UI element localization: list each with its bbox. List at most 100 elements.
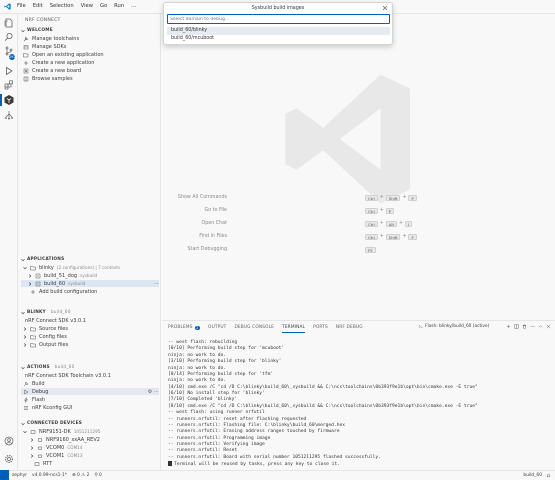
terminal-line: Terminal will be reused by tasks, press … [174,462,340,468]
device-child-rtt[interactable]: RTT [34,460,52,467]
terminal-icon [418,325,423,328]
terminal-output[interactable]: -- west flash: rebuilding [0/10] Perform… [168,340,548,469]
flash-icon [24,396,28,403]
quick-pick-option-blinky[interactable]: build_60/blinky [167,27,390,35]
terminal-selector[interactable]: Flash: blinky/build_60 (active) [418,324,489,329]
welcome-section-header[interactable]: WELCOME [21,28,53,33]
shortcut-keys: Ctrl + Shift + P [365,194,417,201]
account-icon[interactable] [4,436,14,446]
trash-icon[interactable] [522,324,527,329]
action-kconfig[interactable]: nRF Kconfig GUI [23,404,72,411]
actions-section-header[interactable]: ACTIONS build_60 [21,365,75,370]
close-icon[interactable] [382,5,388,11]
extensions-icon[interactable] [4,80,14,90]
menu-bar: File Edit Selection View Go Run … [17,3,136,9]
action-kconfig-label: nRF Kconfig GUI [32,404,73,411]
add-terminal-icon[interactable] [506,324,511,329]
source-files-item[interactable]: Source files [23,325,68,332]
debug-icon [24,389,29,394]
tab-terminal[interactable]: TERMINAL [282,325,306,333]
chevron-down-icon [21,366,25,369]
run-debug-icon[interactable] [4,66,14,76]
device-child-core[interactable]: NRF9160_xxAA_REV2 [30,436,100,443]
settings-gear-icon[interactable] [4,454,14,464]
status-build-config[interactable]: build_60 [523,473,542,478]
remote-indicator-icon[interactable] [0,470,9,480]
tab-output[interactable]: OUTPUT [208,325,226,330]
action-debug[interactable]: Debug ⚙ ⋯ [21,388,159,395]
sdk-version-item[interactable]: nRF Connect SDK v3.0.1 [25,317,86,324]
menu-go[interactable]: Go [100,3,107,9]
status-ports[interactable]: ⚲ 0 [94,473,101,478]
menu-run[interactable]: Run [114,3,124,9]
menu-file[interactable]: File [17,3,26,9]
build-config-name: build_51_dog [44,272,78,279]
output-files-item[interactable]: Output files [23,341,68,348]
key-sep: + [398,221,403,226]
blinky-section-header[interactable]: BLINKY build_60 [21,310,71,315]
device-child-vcom1[interactable]: VCOM1 COM13 [30,452,83,459]
key: Ctrl [365,207,378,214]
split-terminal-icon[interactable] [514,324,519,329]
action-flash[interactable]: Flash [23,396,45,403]
close-panel-icon[interactable] [546,324,551,329]
nrf-connect-sidebar: NRF CONNECT WELCOME Manage toolchains Ma… [18,14,161,470]
welcome-item-manage-toolchains[interactable]: Manage toolchains [23,35,79,42]
tab-ports[interactable]: PORTS [313,325,328,330]
applications-section-header[interactable]: APPLICATIONS [21,257,64,262]
welcome-item-create-board[interactable]: Create a new board [23,67,81,74]
active-indicator [0,94,2,106]
add-build-configuration[interactable]: Add build configuration [30,288,97,295]
welcome-item-open-application[interactable]: Open an existing application [23,51,104,58]
key: Ctrl [365,220,378,227]
tab-debug-console[interactable]: DEBUG CONSOLE [234,325,274,330]
config-files-item[interactable]: Config files [23,333,67,340]
build-config-build_51_dog[interactable]: build_51_dog sysbuild [28,272,97,279]
build-config-tag: sysbuild [68,281,86,286]
welcome-item-browse-samples[interactable]: Browse samples [23,75,73,82]
maximize-panel-icon[interactable] [538,324,543,329]
debug-options-icon[interactable]: ⚙ ⋯ [148,389,159,395]
key: I [404,220,413,227]
serial-port-icon [37,446,43,450]
devices-section-header[interactable]: CONNECTED DEVICES [21,421,82,426]
problems-count-badge: 2 [194,325,201,330]
key-sep: + [379,208,384,213]
welcome-item-create-application[interactable]: Create a new application [23,59,94,66]
key-sep: + [379,221,384,226]
device-tree-icon[interactable] [4,110,14,120]
build-config-build_60[interactable]: build_60 sysbuild ⋯ [21,280,159,287]
search-icon[interactable] [4,32,14,42]
menu-edit[interactable]: Edit [33,3,43,9]
menu-view[interactable]: View [81,3,93,9]
key: P [385,207,395,214]
action-build[interactable]: Build [23,380,45,387]
output-files-label: Output files [39,341,69,348]
device-child-vcom0[interactable]: VCOM0 COM14 [30,444,83,451]
chevron-right-icon [30,437,34,442]
more-actions-icon[interactable] [530,324,535,329]
toolchain-version-item[interactable]: nRF Connect SDK Toolchain v3.0.1 [25,372,111,379]
welcome-item-manage-sdks[interactable]: Manage SDKs [23,43,66,50]
application-blinky[interactable]: blinky (2 configurations) | 7 contexts [23,264,120,271]
welcome-item-label: Browse samples [32,75,73,82]
board-icon [23,68,29,73]
explorer-icon[interactable] [4,18,14,28]
welcome-item-label: Manage toolchains [32,35,80,42]
quick-pick-option-mcuboot[interactable]: build_60/mcuboot [167,35,390,43]
notifications-bell-icon[interactable] [546,473,551,478]
quick-pick-title: Sysbuild build images [251,6,305,11]
status-workspace[interactable]: zephyr [12,473,27,478]
vscode-logo-icon [4,3,11,10]
tab-nrf-debug[interactable]: NRF DEBUG [336,325,363,330]
nrf-connect-icon[interactable] [3,94,15,106]
tab-problems[interactable]: PROBLEMS 2 [168,325,201,330]
status-problems[interactable]: ⊗ 0 ⚠ 2 [72,473,89,478]
more-actions-icon[interactable]: ⋯ [154,281,159,287]
menu-more[interactable]: … [131,3,136,9]
status-branch[interactable]: v4.0.99-ncs1-1* [32,473,67,478]
menu-selection[interactable]: Selection [50,3,74,9]
device-nrf9151-dk[interactable]: NRF9151-DK 1051211295 [23,428,100,435]
build-config-icon [35,281,41,286]
domain-search-input[interactable] [167,14,390,24]
